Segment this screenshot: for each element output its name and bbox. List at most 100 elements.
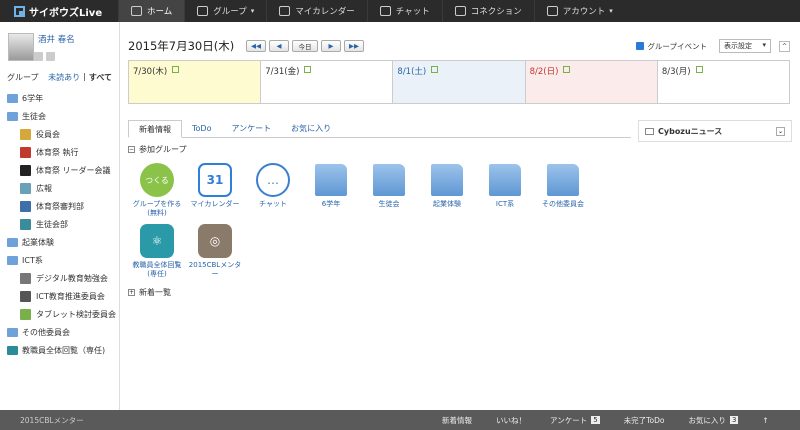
app-tile[interactable]: その他委員会 bbox=[534, 163, 592, 218]
bottom-item[interactable]: アンケート 5 bbox=[538, 415, 612, 426]
chevron-down-icon: ▾ bbox=[762, 41, 766, 49]
sidebar-group-item[interactable]: 広報 bbox=[7, 183, 119, 194]
edit-icon[interactable] bbox=[563, 66, 571, 73]
app-tile[interactable]: ◎ 2015CBLメンター bbox=[186, 224, 244, 279]
sidebar-group-item[interactable]: 生徒会部 bbox=[7, 219, 119, 230]
sidebar-group-item[interactable]: 体育祭 執行 bbox=[7, 147, 119, 158]
sidebar-group-item[interactable]: その他委員会 bbox=[7, 327, 119, 338]
avatar[interactable] bbox=[8, 33, 34, 61]
sidebar-group-item[interactable]: 教職員全体回覧（専任) bbox=[7, 345, 119, 356]
group-label: 広報 bbox=[36, 184, 52, 193]
app-tile[interactable]: 起業体験 bbox=[418, 163, 476, 218]
nav-label: グループ bbox=[213, 7, 247, 17]
nav-item-1[interactable]: グループ ▾ bbox=[184, 0, 266, 22]
day-label: 7/30(木) bbox=[133, 67, 168, 77]
bottom-item-label: アンケート bbox=[550, 415, 588, 425]
collapse-icon[interactable]: − bbox=[128, 146, 135, 153]
sidebar-group-item[interactable]: 体育祭 リーダー会議 bbox=[7, 165, 119, 176]
app-tile[interactable]: 生徒会 bbox=[360, 163, 418, 218]
nav-item-5[interactable]: アカウント ▾ bbox=[533, 0, 625, 22]
group-event-toggle[interactable]: グループイベント bbox=[636, 41, 707, 52]
display-setting-select[interactable]: 表示設定 ▾ bbox=[719, 39, 771, 53]
profile: 酒井 春名 bbox=[0, 22, 119, 72]
prev-day-button[interactable]: ◀ bbox=[269, 40, 289, 52]
content-tab[interactable]: ToDo bbox=[182, 120, 221, 137]
bottom-item[interactable]: いいね！ bbox=[484, 415, 538, 426]
bottom-item[interactable]: 新着情報 bbox=[430, 415, 484, 426]
app-logo[interactable]: サイボウズLive bbox=[0, 0, 118, 22]
calendar-day[interactable]: 8/3(月) bbox=[657, 61, 790, 103]
group-avatar-icon bbox=[20, 129, 31, 140]
edit-icon[interactable] bbox=[304, 66, 312, 73]
expand-icon[interactable]: + bbox=[128, 289, 135, 296]
chevron-down-icon: ▾ bbox=[609, 7, 613, 15]
edit-icon[interactable] bbox=[172, 66, 180, 73]
calendar-day[interactable]: 7/30(木) bbox=[129, 61, 262, 103]
profile-name[interactable]: 酒井 春名 bbox=[38, 33, 75, 45]
group-label: タブレット検討委員会 bbox=[36, 310, 116, 319]
checkbox-icon[interactable] bbox=[636, 42, 645, 50]
sidebar-group-item[interactable]: 体育祭審判部 bbox=[7, 201, 119, 212]
calendar-day[interactable]: 8/1(土) bbox=[393, 61, 526, 103]
collapse-calendar-button[interactable]: ^ bbox=[779, 40, 790, 52]
app-tile[interactable]: … チャット bbox=[244, 163, 302, 218]
group-avatar-icon bbox=[20, 273, 31, 284]
section-title: 参加グループ bbox=[139, 145, 187, 154]
expand-news-button[interactable]: ⌄ bbox=[776, 126, 785, 136]
app-tile[interactable]: 31 マイカレンダー bbox=[186, 163, 244, 218]
content-tab[interactable]: お気に入り bbox=[281, 120, 341, 137]
group-label: デジタル教育勉強会 bbox=[36, 274, 108, 283]
edit-icon[interactable] bbox=[695, 66, 703, 73]
sidebar-group-item[interactable]: ICT系 bbox=[7, 255, 119, 266]
edit-icon[interactable] bbox=[431, 66, 439, 73]
nav-item-3[interactable]: チャット bbox=[366, 0, 442, 22]
calendar-day[interactable]: 8/2(日) bbox=[525, 61, 658, 103]
calendar-day[interactable]: 7/31(金) bbox=[261, 61, 394, 103]
bottom-item[interactable]: 未完了ToDo bbox=[612, 415, 677, 426]
twitter-icon[interactable] bbox=[34, 52, 43, 61]
filter-unread[interactable]: 未読あり bbox=[48, 72, 80, 83]
app-label: ICT系 bbox=[495, 200, 515, 208]
content-tab[interactable]: アンケート bbox=[221, 120, 281, 137]
nav-item-4[interactable]: コネクション bbox=[441, 0, 534, 22]
group-avatar-icon bbox=[20, 147, 31, 158]
app-tile[interactable]: つくる グループを作る(無料) bbox=[128, 163, 186, 218]
group-label: 体育祭 執行 bbox=[36, 148, 79, 157]
section-joined-groups[interactable]: − 参加グループ bbox=[128, 144, 790, 155]
nav-label: チャット bbox=[395, 7, 430, 17]
scroll-top-icon[interactable]: ↑ bbox=[750, 416, 780, 425]
prev-week-button[interactable]: ◀◀ bbox=[246, 40, 266, 52]
group-event-label: グループイベント bbox=[647, 41, 707, 51]
app-tile[interactable]: ⚛ 教職員全体回覧(専任) bbox=[128, 224, 186, 279]
next-week-button[interactable]: ▶▶ bbox=[344, 40, 364, 52]
filter-all[interactable]: すべて bbox=[89, 72, 112, 83]
sidebar-group-item[interactable]: 生徒会 bbox=[7, 111, 119, 122]
next-day-button[interactable]: ▶ bbox=[321, 40, 341, 52]
globe-icon: ◎ bbox=[198, 224, 232, 258]
app-label: グループを作る(無料) bbox=[132, 200, 182, 217]
app-tile[interactable]: ICT系 bbox=[476, 163, 534, 218]
sidebar-group-item[interactable]: ICT教育推進委員会 bbox=[7, 291, 119, 302]
bottom-item[interactable]: お気に入り 3 bbox=[676, 415, 750, 426]
group-avatar-icon bbox=[20, 165, 31, 176]
section-news-list[interactable]: + 新着一覧 bbox=[128, 287, 790, 298]
nav-item-2[interactable]: マイカレンダー bbox=[266, 0, 367, 22]
filter-separator: | bbox=[83, 72, 86, 81]
bottom-item-label: 新着情報 bbox=[442, 415, 472, 425]
bottom-group-label[interactable]: 2015CBLメンター bbox=[0, 415, 120, 426]
sidebar-group-item[interactable]: デジタル教育勉強会 bbox=[7, 273, 119, 284]
sidebar-group-item[interactable]: 起業体験 bbox=[7, 237, 119, 248]
nav-icon bbox=[546, 6, 558, 16]
app-tile[interactable]: 6学年 bbox=[302, 163, 360, 218]
app-grid: つくる グループを作る(無料) 31 マイカレンダー … チャット 6学年 生徒会 起業体験 IC… bbox=[128, 163, 608, 285]
facebook-icon[interactable] bbox=[46, 52, 55, 61]
sidebar-group-item[interactable]: タブレット検討委員会 bbox=[7, 309, 119, 320]
group-avatar-icon bbox=[20, 291, 31, 302]
sidebar-group-item[interactable]: 6学年 bbox=[7, 93, 119, 104]
today-button[interactable]: 今日 bbox=[292, 40, 318, 52]
nav-item-0[interactable]: ホーム bbox=[118, 0, 185, 22]
day-label: 8/3(月) bbox=[661, 67, 691, 77]
content-tab[interactable]: 新着情報 bbox=[128, 120, 182, 138]
main-content: 2015年7月30日(木) ◀◀ ◀ 今日 ▶ ▶▶ グループイベント 表示設定… bbox=[128, 34, 790, 298]
sidebar-group-item[interactable]: 役員会 bbox=[7, 129, 119, 140]
